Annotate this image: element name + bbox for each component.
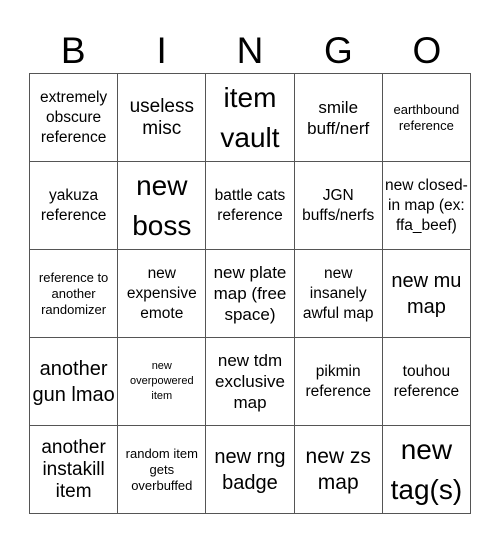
- bingo-cell[interactable]: another instakill item: [30, 426, 119, 514]
- bingo-cell[interactable]: new boss: [118, 162, 207, 250]
- cell-text: reference to another randomizer: [38, 269, 109, 317]
- bingo-cell[interactable]: extremely obscure reference: [30, 74, 119, 162]
- bingo-cell[interactable]: touhou reference: [382, 338, 471, 426]
- cell-text: new insanely awful map: [302, 264, 374, 322]
- cell-text: new mu map: [391, 269, 462, 318]
- cell-text: new expensive emote: [126, 264, 197, 322]
- bingo-cell[interactable]: pikmin reference: [294, 338, 383, 426]
- cell-text: earthbound reference: [393, 101, 460, 133]
- bingo-cell[interactable]: random item gets overbuffed: [118, 426, 207, 514]
- cell-text: random item gets overbuffed: [125, 445, 198, 493]
- bingo-cell[interactable]: new plate map (free space): [206, 250, 295, 338]
- bingo-cell[interactable]: useless misc: [118, 74, 207, 162]
- bingo-cell[interactable]: another gun lmao: [30, 338, 119, 426]
- bingo-cell[interactable]: new expensive emote: [118, 250, 207, 338]
- cell-text: extremely obscure reference: [40, 88, 108, 146]
- bingo-cell[interactable]: battle cats reference: [206, 162, 295, 250]
- header-letter-i: I: [156, 30, 167, 71]
- bingo-cell[interactable]: yakuza reference: [30, 162, 119, 250]
- cell-text: JGN buffs/nerfs: [302, 186, 375, 224]
- cell-text: item vault: [220, 81, 280, 153]
- bingo-cell[interactable]: new insanely awful map: [294, 250, 383, 338]
- header-letter-b: B: [60, 30, 86, 71]
- cell-text: new zs map: [305, 444, 371, 494]
- cell-text: new tag(s): [390, 433, 463, 505]
- bingo-cell[interactable]: JGN buffs/nerfs: [294, 162, 383, 250]
- bingo-cell[interactable]: new rng badge: [206, 426, 295, 514]
- bingo-grid: extremely obscure reference useless misc…: [29, 73, 471, 514]
- bingo-cell[interactable]: reference to another randomizer: [30, 250, 119, 338]
- header-letter-o: O: [412, 30, 442, 71]
- cell-text: yakuza reference: [40, 186, 107, 224]
- cell-text: new rng badge: [214, 445, 286, 494]
- bingo-cell[interactable]: new overpowered item: [118, 338, 207, 426]
- cell-text: touhou reference: [393, 362, 460, 400]
- bingo-cell[interactable]: new mu map: [382, 250, 471, 338]
- cell-text: battle cats reference: [214, 186, 286, 224]
- bingo-cell[interactable]: new zs map: [294, 426, 383, 514]
- cell-text: another gun lmao: [32, 357, 115, 406]
- bingo-cell[interactable]: new closed-in map (ex: ffa_beef): [382, 162, 471, 250]
- cell-text: new plate map (free space): [213, 263, 287, 324]
- cell-text: new boss: [132, 169, 192, 241]
- bingo-cell[interactable]: new tdm exclusive map: [206, 338, 295, 426]
- cell-text: smile buff/nerf: [307, 97, 370, 138]
- cell-text: pikmin reference: [305, 362, 371, 400]
- header-letter-n: N: [236, 30, 264, 71]
- bingo-cell[interactable]: new tag(s): [382, 426, 471, 514]
- bingo-header: B I N G O: [29, 28, 471, 73]
- cell-text: another instakill item: [41, 436, 106, 502]
- cell-text: useless misc: [129, 95, 194, 139]
- cell-text: new tdm exclusive map: [215, 351, 285, 412]
- bingo-cell[interactable]: earthbound reference: [382, 74, 471, 162]
- cell-text: new closed-in map (ex: ffa_beef): [385, 176, 468, 234]
- bingo-cell[interactable]: item vault: [206, 74, 295, 162]
- header-letter-g: G: [324, 30, 353, 71]
- cell-text: new overpowered item: [129, 360, 194, 402]
- bingo-cell[interactable]: smile buff/nerf: [294, 74, 383, 162]
